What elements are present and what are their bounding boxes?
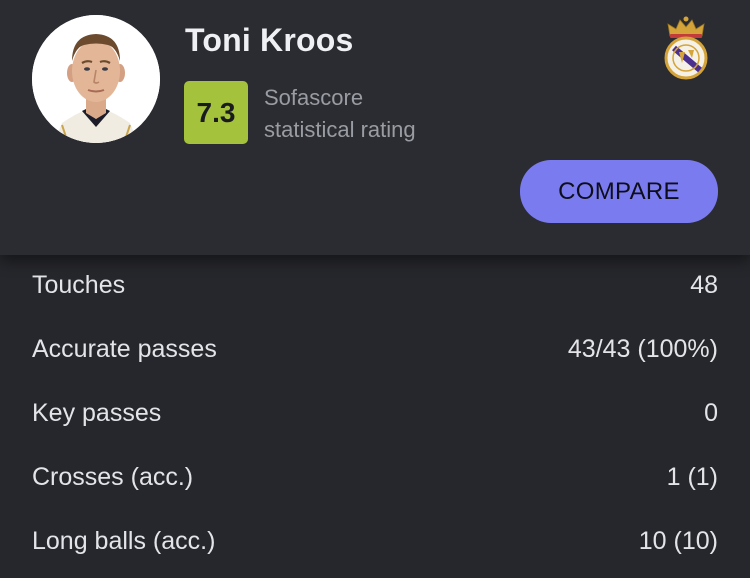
player-avatar[interactable]: [32, 15, 160, 143]
stat-row-touches: Touches 48: [32, 265, 718, 305]
stats-list: Touches 48 Accurate passes 43/43 (100%) …: [0, 255, 750, 578]
stat-row-key-passes: Key passes 0: [32, 393, 718, 433]
compare-button[interactable]: COMPARE: [520, 160, 718, 223]
stat-label: Crosses (acc.): [32, 462, 194, 491]
club-crest-icon[interactable]: [662, 14, 710, 80]
rating-label-line1: Sofascore: [264, 85, 364, 110]
rating-badge: 7.3: [184, 81, 248, 144]
rating-value: 7.3: [196, 96, 236, 128]
player-header: Toni Kroos 7.3 Sofascore statistical rat…: [0, 0, 750, 255]
player-card: Toni Kroos 7.3 Sofascore statistical rat…: [0, 0, 750, 578]
stat-label: Key passes: [32, 398, 162, 427]
stat-label: Long balls (acc.): [32, 526, 216, 555]
player-name: Toni Kroos: [185, 22, 354, 58]
rating-label-line2: statistical rating: [264, 117, 416, 142]
stat-value: 48: [690, 270, 718, 299]
stat-value: 0: [704, 398, 718, 427]
stat-row-long-balls: Long balls (acc.) 10 (10): [32, 521, 718, 561]
stat-value: 1 (1): [666, 462, 718, 491]
player-photo-icon: [32, 15, 160, 143]
stat-row-crosses: Crosses (acc.) 1 (1): [32, 457, 718, 497]
stat-label: Touches: [32, 270, 126, 299]
stat-label: Accurate passes: [32, 334, 217, 363]
stat-value: 43/43 (100%): [567, 334, 718, 363]
stat-row-accurate-passes: Accurate passes 43/43 (100%): [32, 329, 718, 369]
stat-value: 10 (10): [638, 526, 718, 555]
